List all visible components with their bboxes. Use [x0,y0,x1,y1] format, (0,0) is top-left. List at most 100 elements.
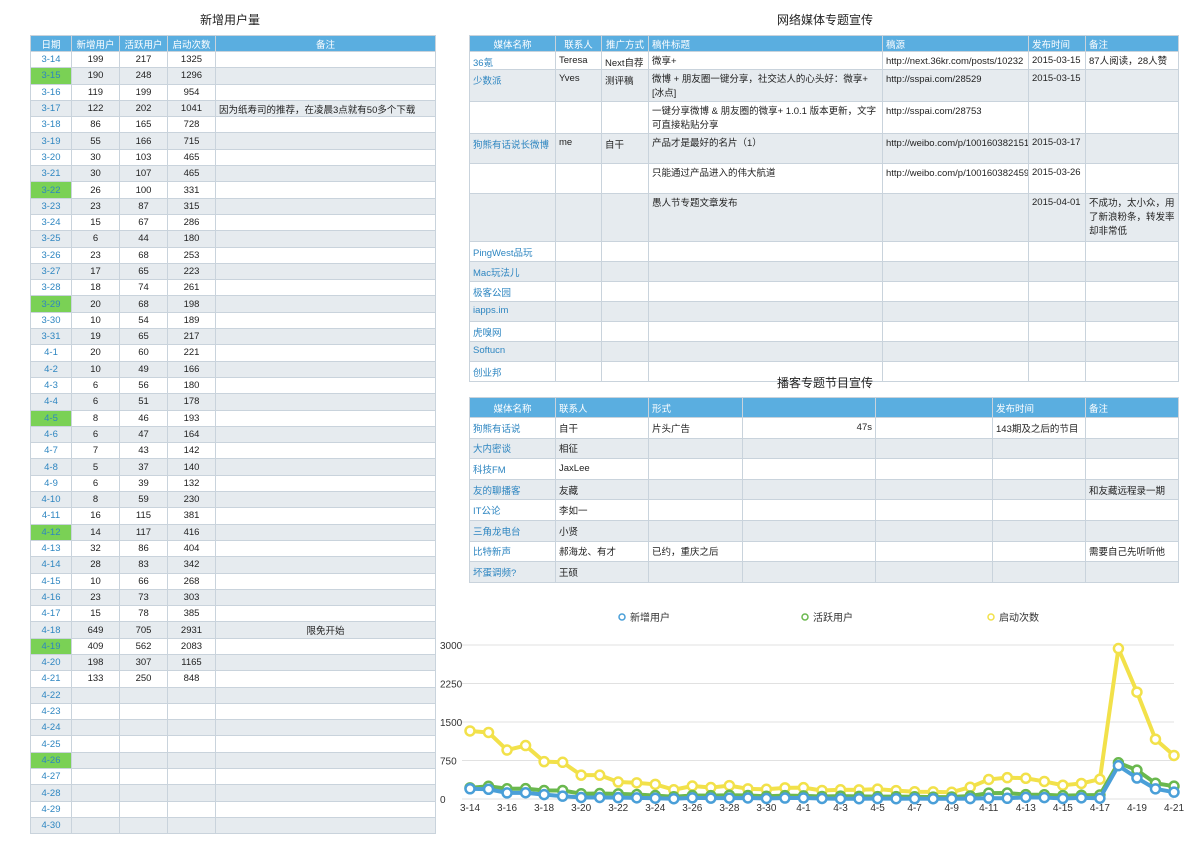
note-cell[interactable] [215,768,436,786]
launches-cell[interactable]: 180 [167,376,216,395]
date-cell[interactable]: 4-21 [30,670,72,688]
media-name-cell[interactable]: 创业邦 [469,361,556,382]
date-cell[interactable]: 3-31 [30,328,72,346]
launches-cell[interactable]: 465 [167,148,216,167]
table-row[interactable]: 4-14 28 83 342 [30,556,436,574]
date-cell[interactable]: 3-15 [30,67,72,85]
note-cell[interactable] [215,83,436,101]
method-cell[interactable] [601,281,649,302]
launches-cell[interactable]: 1325 [167,50,216,69]
launches-cell[interactable]: 342 [167,556,216,574]
date-cell[interactable]: 4-13 [30,539,72,558]
length-cell[interactable] [742,519,876,542]
table-row[interactable]: 科技FM JaxLee [469,458,1179,480]
launches-cell[interactable]: 1296 [167,67,216,85]
source-cell[interactable] [882,361,1029,382]
date-cell[interactable]: 4-4 [30,393,72,411]
length-cell[interactable] [742,540,876,563]
media-name-cell[interactable]: PingWest品玩 [469,241,556,262]
launches-cell[interactable]: 715 [167,132,216,150]
podcast-col-contact[interactable]: 联系人 [555,397,649,418]
note-cell[interactable] [215,800,436,818]
active-users-cell[interactable]: 83 [119,556,168,574]
new-users-cell[interactable]: 7 [71,442,120,460]
method-cell[interactable]: 自干 [601,133,649,164]
contact-cell[interactable]: 王硕 [555,561,649,583]
date-cell[interactable]: 3-23 [30,197,72,215]
new-users-cell[interactable]: 23 [71,588,120,607]
form-cell[interactable] [648,519,743,542]
media-name-cell[interactable]: 狗熊有话说长微博 [469,133,556,164]
note-cell[interactable] [215,605,436,623]
podcast-name-cell[interactable]: 比特新声 [469,540,556,563]
active-users-cell[interactable]: 43 [119,442,168,460]
new-users-cell[interactable]: 5 [71,458,120,476]
note-cell[interactable] [215,751,436,770]
table-row[interactable]: 4-12 14 117 416 [30,523,436,541]
note-cell[interactable] [215,474,436,493]
table-row[interactable]: 3-31 19 65 217 [30,328,436,346]
new-users-cell[interactable]: 122 [71,99,120,118]
active-users-cell[interactable] [119,784,168,802]
new-users-cell[interactable]: 32 [71,539,120,558]
note-cell[interactable] [215,360,436,378]
extra-cell[interactable] [875,437,993,460]
date-cell[interactable]: 143期及之后的节目 [992,417,1086,439]
date-cell[interactable]: 4-23 [30,702,72,721]
media-name-cell[interactable] [469,163,556,194]
new-users-cell[interactable]: 14 [71,523,120,541]
new-users-cell[interactable] [71,702,120,721]
source-cell[interactable]: http://weibo.com/p/100160382459637255758… [882,163,1029,194]
media-name-cell[interactable]: 36氪 [469,51,556,70]
note-cell[interactable] [1085,417,1179,439]
launches-cell[interactable] [167,768,216,786]
extra-cell[interactable] [875,478,993,501]
active-users-cell[interactable]: 49 [119,360,168,378]
media-col-method[interactable]: 推广方式 [601,35,649,52]
new-users-cell[interactable]: 6 [71,474,120,493]
date-cell[interactable] [1028,281,1086,302]
note-cell[interactable] [215,246,436,264]
media-col-contact[interactable]: 联系人 [555,35,602,52]
active-users-cell[interactable]: 115 [119,507,168,525]
note-cell[interactable] [215,393,436,411]
active-users-cell[interactable] [119,768,168,786]
launches-cell[interactable]: 142 [167,442,216,460]
date-cell[interactable]: 4-20 [30,653,72,672]
table-row[interactable]: 少数派 Yves 测评稿 微博 + 朋友圈一键分享，社交达人的心头好：微享+ [冰点]… [469,69,1179,102]
date-cell[interactable]: 3-22 [30,181,72,199]
contact-cell[interactable]: 郝海龙、有才 [555,540,649,563]
note-cell[interactable] [215,556,436,574]
date-cell[interactable]: 2015-04-01 [1028,193,1086,242]
table-row[interactable]: 3-22 26 100 331 [30,181,436,199]
table-row[interactable]: 4-11 16 115 381 [30,507,436,525]
podcast-name-cell[interactable]: IT公论 [469,499,556,521]
note-cell[interactable] [1085,301,1179,322]
launches-cell[interactable]: 385 [167,605,216,623]
active-users-cell[interactable]: 78 [119,605,168,623]
note-cell[interactable] [215,784,436,802]
date-cell[interactable] [1028,341,1086,362]
note-cell[interactable] [1085,437,1179,460]
launches-cell[interactable] [167,751,216,770]
article-title-cell[interactable] [648,321,883,342]
note-cell[interactable] [215,148,436,167]
podcast-col-date[interactable]: 发布时间 [992,397,1086,418]
new-users-cell[interactable] [71,816,120,835]
note-cell[interactable] [215,132,436,150]
note-cell[interactable] [215,425,436,444]
new-users-cell[interactable] [71,719,120,737]
article-title-cell[interactable]: 一键分享微博 & 朋友圈的微享+ 1.0.1 版本更新，文字可直接粘贴分享 [648,101,883,134]
date-cell[interactable]: 4-22 [30,686,72,704]
date-cell[interactable]: 4-2 [30,360,72,378]
date-cell[interactable]: 4-15 [30,572,72,590]
table-row[interactable]: 坏蛋调频? 王硕 [469,561,1179,583]
launches-cell[interactable] [167,686,216,704]
source-cell[interactable]: http://weibo.com/p/100160382151963671711… [882,133,1029,164]
note-cell[interactable] [215,442,436,460]
launches-cell[interactable]: 140 [167,458,216,476]
media-name-cell[interactable] [469,101,556,134]
active-users-cell[interactable]: 705 [119,621,168,639]
new-users-cell[interactable]: 409 [71,637,120,655]
table-row[interactable]: 3-24 15 67 286 [30,213,436,232]
